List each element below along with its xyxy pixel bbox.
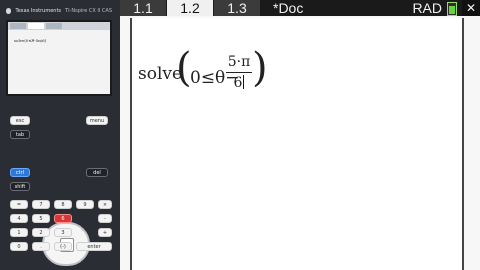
handheld-screen: solve(0≤θ-5π/6) <box>6 20 112 96</box>
handheld-key-[interactable]: - <box>98 214 112 223</box>
angle-mode-indicator: RAD <box>412 0 442 16</box>
handheld-panel: Texas Instruments TI-Nspire CX II CAS so… <box>0 0 120 270</box>
handheld-model: TI-Nspire CX II CAS <box>65 8 112 14</box>
handheld-key-label: 7 <box>39 202 43 208</box>
handheld-key-9[interactable]: 9 <box>76 200 94 209</box>
handheld-key-label: menu <box>89 118 105 124</box>
handheld-key-label: esc <box>15 118 25 124</box>
handheld-key-label: 2 <box>39 230 43 236</box>
handheld-key-label: - <box>104 216 106 222</box>
handheld-mini-expression: solve(0≤θ-5π/6) <box>14 38 47 43</box>
tab-1-2[interactable]: 1.2 <box>167 0 213 16</box>
handheld-key-7[interactable]: 7 <box>32 200 50 209</box>
handheld-key-[interactable]: . <box>32 242 50 251</box>
handheld-key-4[interactable]: 4 <box>10 214 28 223</box>
handheld-key-5[interactable]: 5 <box>32 214 50 223</box>
handheld-brand: Texas Instruments <box>15 8 62 14</box>
handheld-key-esc[interactable]: esc <box>10 116 30 125</box>
handheld-key-0[interactable]: 0 <box>10 242 28 251</box>
handheld-tab-1-1 <box>10 23 26 29</box>
battery-icon <box>447 2 457 16</box>
fraction-denominator: 6 <box>226 75 252 91</box>
handheld-key-enter[interactable]: enter <box>76 242 112 251</box>
handheld-key-label: del <box>93 170 101 176</box>
fraction-denominator-value: 6 <box>233 75 243 91</box>
handheld-key-3[interactable]: 3 <box>54 228 72 237</box>
handheld-screen-tabs <box>8 22 110 30</box>
handheld-key-8[interactable]: 8 <box>54 200 72 209</box>
handheld-key-[interactable]: × <box>98 200 112 209</box>
handheld-key-1[interactable]: 1 <box>10 228 28 237</box>
fraction-bar <box>226 72 252 73</box>
handheld-key-shift[interactable]: shift <box>10 182 30 191</box>
handheld-key-[interactable]: (-) <box>54 242 72 251</box>
handheld-key-label: (-) <box>60 244 66 250</box>
tab-1-3[interactable]: 1.3 <box>214 0 260 16</box>
handheld-key-label: 0 <box>17 244 21 250</box>
main-tabbar: 1.1 1.2 1.3 *Doc RAD ✕ <box>120 0 480 16</box>
handheld-key-label: 3 <box>61 230 65 236</box>
handheld-key-label: tab <box>15 132 25 138</box>
handheld-key-label: 1 <box>17 230 21 236</box>
text-cursor <box>243 75 245 89</box>
handheld-key-label: 5 <box>39 216 43 222</box>
main-app: 1.1 1.2 1.3 *Doc RAD ✕ solve ( 0≤θ− 5·π … <box>120 0 480 270</box>
handheld-key-label: enter <box>87 244 101 250</box>
handheld-key-del[interactable]: del <box>86 168 108 177</box>
window-controls: ✕ <box>462 0 480 16</box>
handheld-key-tab[interactable]: tab <box>10 130 30 139</box>
handheld-key-label: . <box>40 244 42 250</box>
document-title: *Doc <box>273 0 304 16</box>
handheld-key-label: shift <box>14 184 26 190</box>
tab-1-1[interactable]: 1.1 <box>120 0 166 16</box>
handheld-tab-1-2 <box>28 23 44 29</box>
handheld-key-label: 9 <box>83 202 87 208</box>
handheld-key-label: 4 <box>17 216 21 222</box>
handheld-key-label: ctrl <box>15 170 25 176</box>
right-parenthesis: ) <box>252 45 268 91</box>
handheld-key-label: 6 <box>61 216 65 222</box>
handheld-key-label: = <box>16 202 22 208</box>
handheld-keypad: esc tab menu ctrl shift del = 7 8 9 × 4 5 6 - 1 2 3 +0. (-)… <box>6 104 114 270</box>
handheld-tab-1-3 <box>46 23 62 29</box>
handheld-key-label: 8 <box>61 202 65 208</box>
handheld-key-2[interactable]: 2 <box>32 228 50 237</box>
handheld-key-label: × <box>102 202 108 208</box>
handheld-key-label: + <box>102 230 108 236</box>
calculator-scratchpad[interactable]: solve ( 0≤θ− 5·π 6 ) <box>130 18 464 270</box>
handheld-key-menu[interactable]: menu <box>86 116 108 125</box>
fraction-numerator: 5·π <box>227 54 251 70</box>
handheld-key-6[interactable]: 6 <box>54 214 72 223</box>
handheld-key-[interactable]: = <box>10 200 28 209</box>
ti-logo-icon <box>6 8 12 14</box>
handheld-topbar: Texas Instruments TI-Nspire CX II CAS <box>6 6 112 16</box>
close-icon[interactable]: ✕ <box>466 2 476 14</box>
handheld-key-ctrl[interactable]: ctrl <box>10 168 30 177</box>
fraction: 5·π 6 <box>226 54 252 91</box>
handheld-key-[interactable]: + <box>98 228 112 237</box>
